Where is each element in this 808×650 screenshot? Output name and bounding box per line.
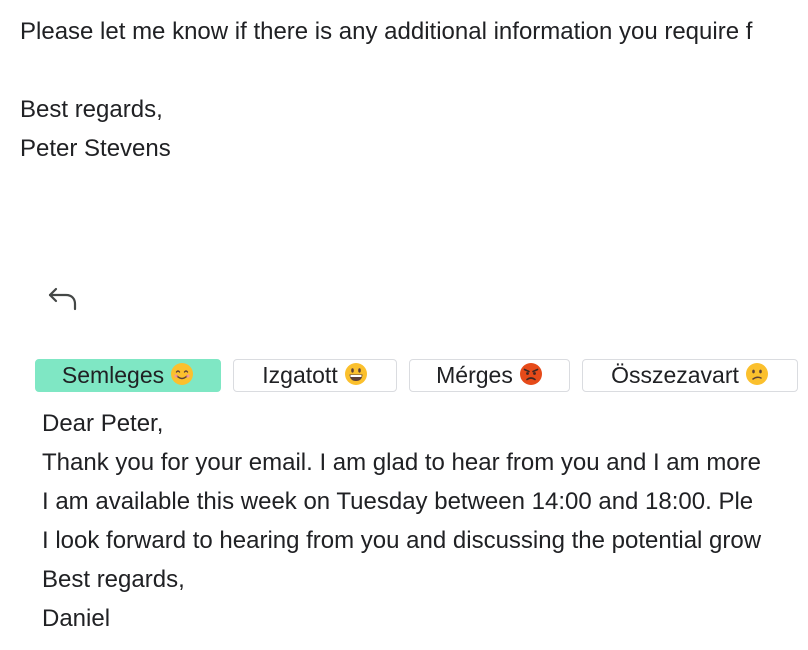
tone-label-angry: Mérges	[436, 362, 513, 388]
tone-label-neutral: Semleges	[61, 362, 165, 388]
tone-label-confused: Összezavart	[611, 362, 739, 388]
confused-face-icon	[745, 363, 768, 385]
reply-greeting: Dear Peter,	[42, 410, 164, 437]
grinning-face-icon	[344, 363, 367, 385]
reply-body-line: I look forward to hearing from you and d…	[42, 527, 762, 554]
reply-body-line: I am available this week on Tuesday betw…	[42, 488, 754, 515]
reply-body-line: Thank you for your email. I am glad to h…	[42, 449, 761, 476]
tone-button-excited[interactable]: Izgatott	[233, 359, 397, 392]
reply-signoff: Best regards,	[42, 566, 185, 593]
original-email-closing-line: Please let me know if there is any addit…	[20, 18, 753, 45]
angry-face-icon	[519, 363, 542, 385]
tone-label-excited: Izgatott	[262, 362, 338, 388]
tone-button-neutral[interactable]: Semleges	[35, 359, 221, 392]
original-email-sender-name: Peter Stevens	[20, 135, 171, 162]
reply-arrow-icon[interactable]	[46, 284, 80, 314]
tone-button-angry[interactable]: Mérges	[409, 359, 570, 392]
reply-signature-name: Daniel	[42, 605, 111, 632]
smiling-face-icon	[171, 363, 194, 385]
original-email-signoff: Best regards,	[20, 96, 163, 123]
tone-button-confused[interactable]: Összezavart	[582, 359, 798, 392]
